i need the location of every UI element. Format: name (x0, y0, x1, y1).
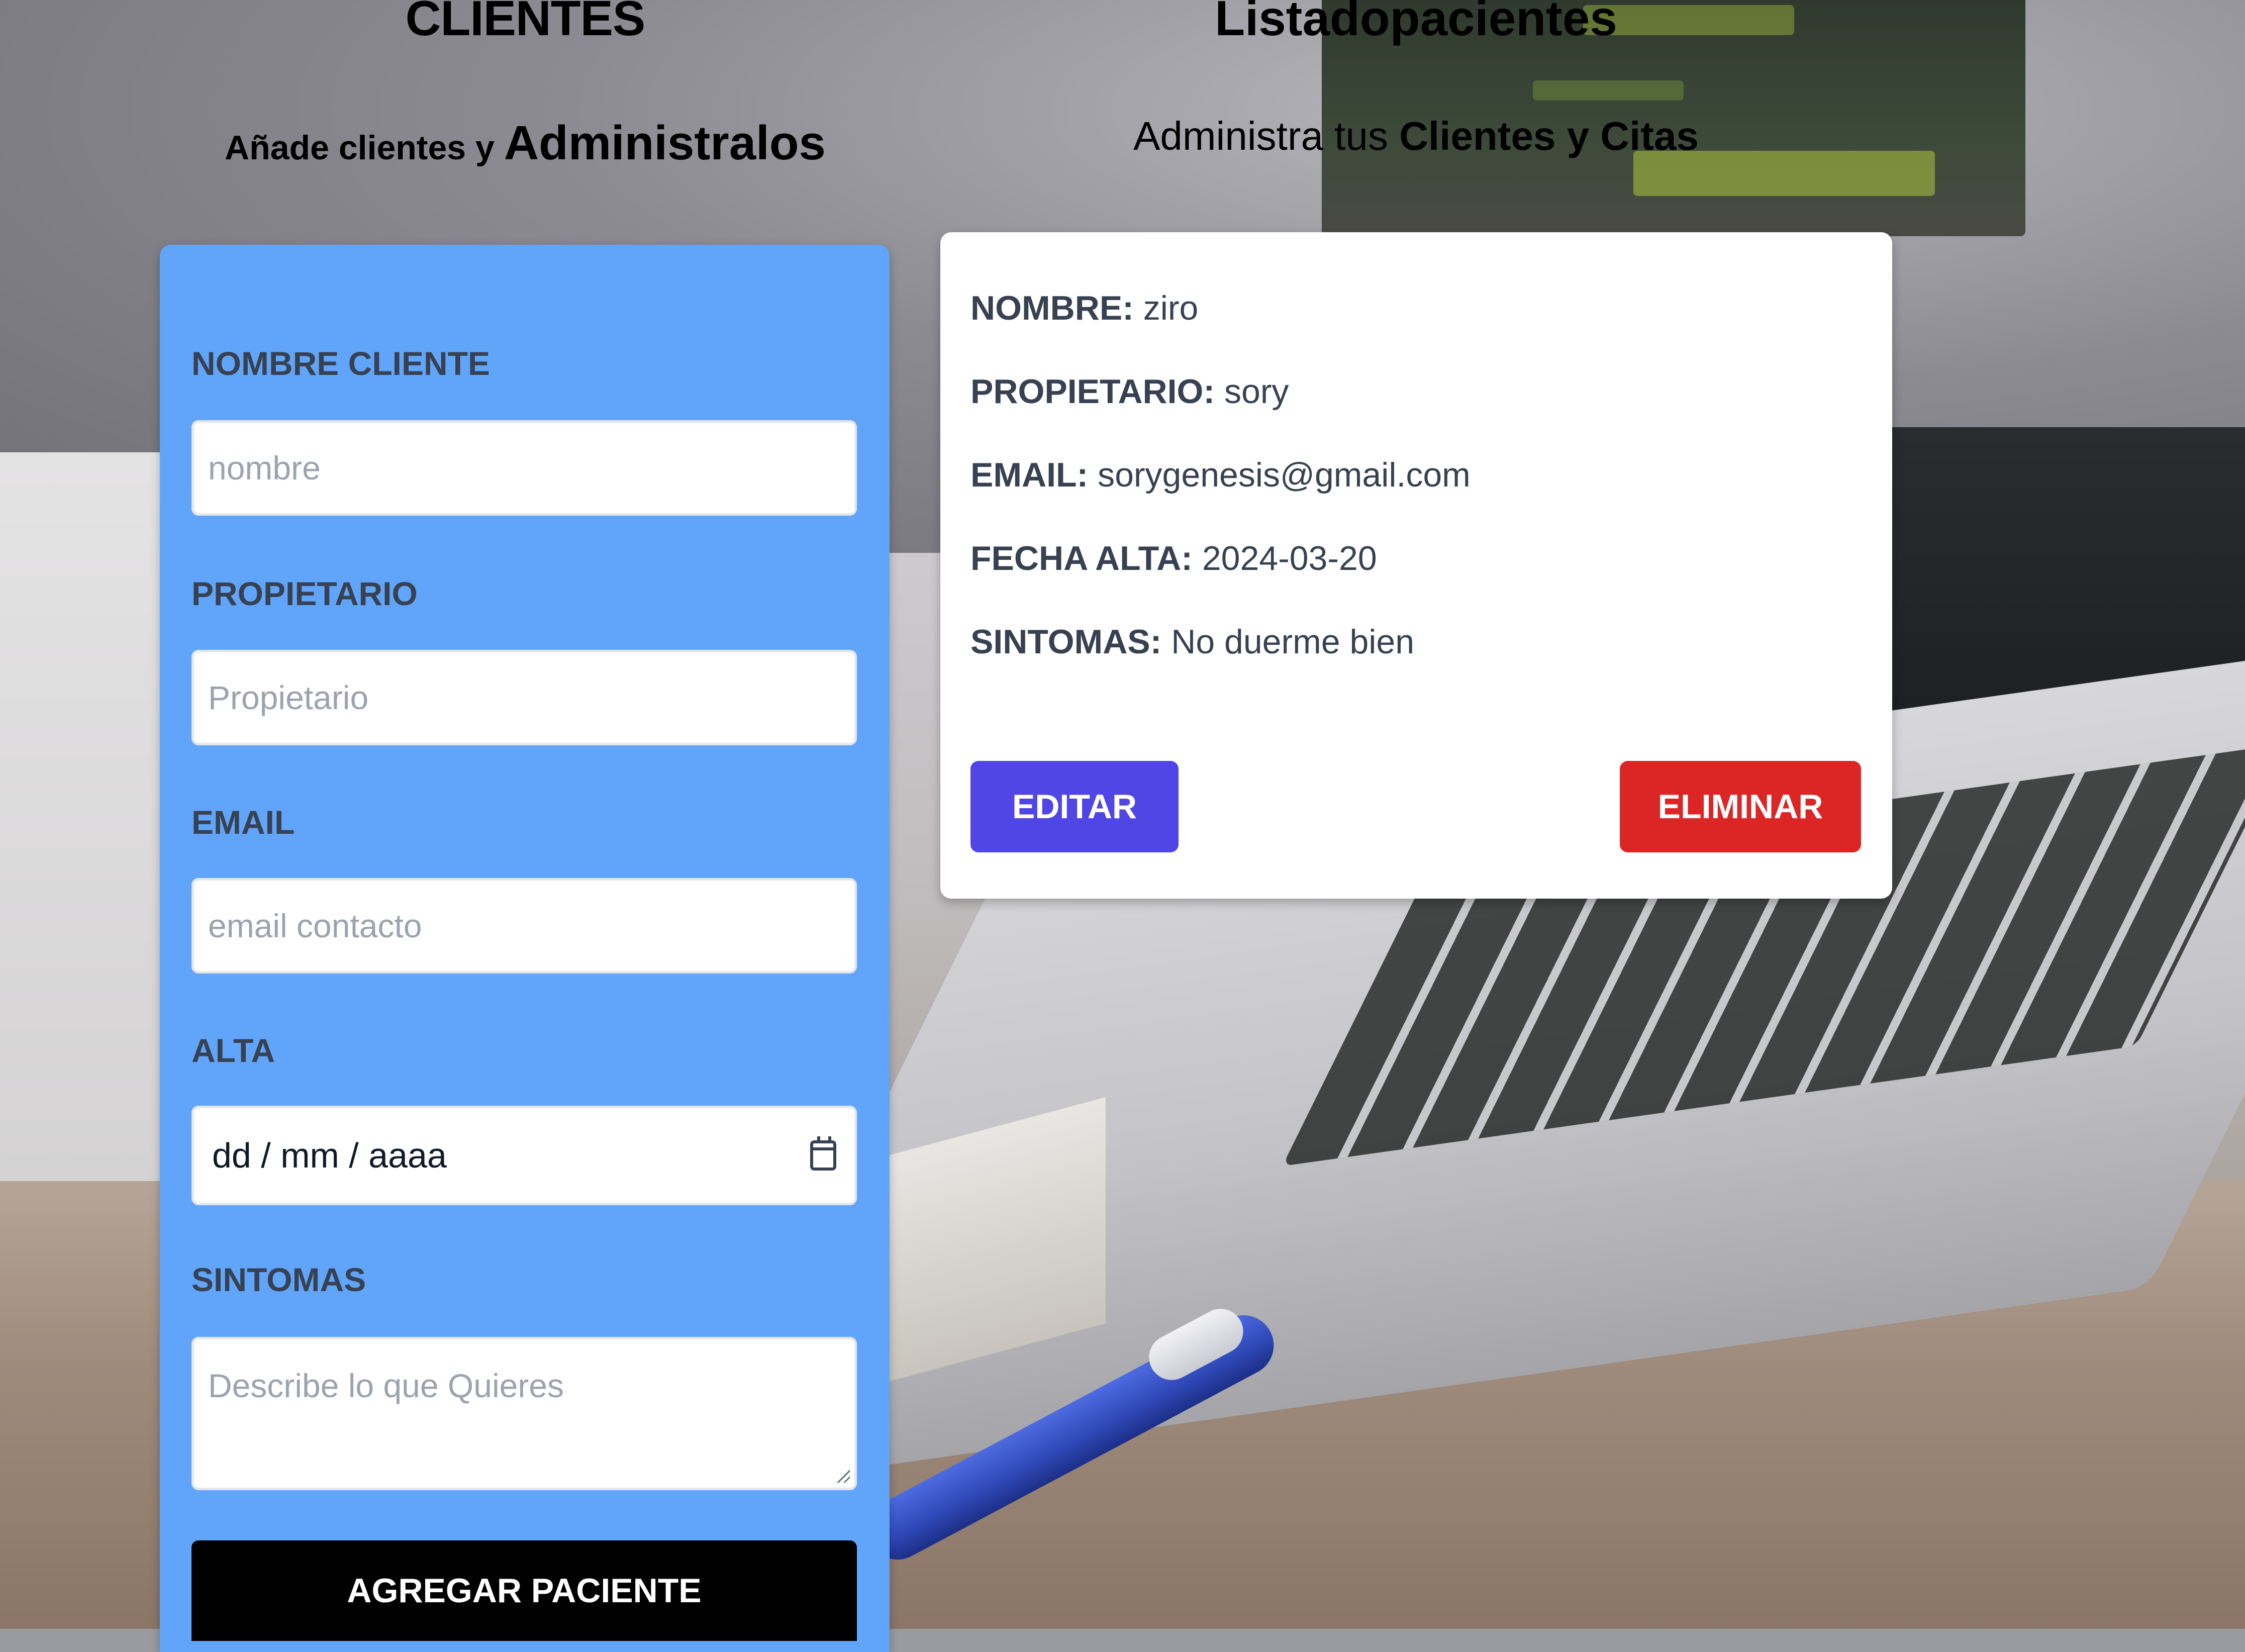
symptoms-label: SINTOMAS (191, 1261, 366, 1298)
date-label: ALTA (191, 1032, 275, 1069)
app-root: CLIENTES Añade clientes y Administralos … (0, 0, 2245, 1652)
form-subtitle-text: Añade clientes y (225, 129, 495, 167)
list-section-title: Listadopacientes (1215, 0, 1617, 46)
patient-form: NOMBRE CLIENTE PROPIETARIO EMAIL ALTA dd… (160, 245, 890, 1652)
delete-button[interactable]: ELIMINAR (1620, 761, 1861, 852)
patient-symptoms-row: SINTOMAS: No duerme bien (970, 622, 1414, 661)
patient-owner-value: sory (1224, 372, 1289, 411)
email-input[interactable] (191, 878, 857, 974)
patient-symptoms-key: SINTOMAS: (970, 623, 1162, 661)
patient-email-value: sorygenesis@gmail.com (1098, 456, 1471, 494)
date-input-text: dd / mm / aaaa (212, 1136, 447, 1175)
list-subtitle-accent: Clientes y Citas (1399, 114, 1699, 158)
add-patient-button[interactable]: AGREGAR PACIENTE (191, 1540, 857, 1641)
patient-owner-key: PROPIETARIO: (970, 372, 1215, 411)
client-name-label: NOMBRE CLIENTE (191, 345, 490, 382)
patient-date-value: 2024-03-20 (1202, 539, 1377, 577)
patient-name-value: ziro (1143, 289, 1199, 327)
list-section-subtitle: Administra tus Clientes y Citas (940, 113, 1892, 159)
owner-label: PROPIETARIO (191, 575, 418, 612)
patient-date-row: FECHA ALTA: 2024-03-20 (970, 539, 1377, 578)
date-input[interactable]: dd / mm / aaaa (191, 1106, 857, 1205)
form-subtitle-accent: Administralos (504, 116, 826, 170)
patient-name-row: NOMBRE: ziro (970, 288, 1198, 328)
patient-email-key: EMAIL: (970, 456, 1089, 494)
patient-date-key: FECHA ALTA: (970, 539, 1193, 577)
patient-name-key: NOMBRE: (970, 289, 1134, 327)
form-section-title: CLIENTES (405, 0, 646, 46)
patient-card: NOMBRE: ziro PROPIETARIO: sory EMAIL: so… (940, 232, 1892, 899)
form-section-subtitle: Añade clientes y Administralos (158, 116, 892, 171)
symptoms-textarea[interactable] (191, 1337, 857, 1490)
patient-email-row: EMAIL: sorygenesis@gmail.com (970, 455, 1471, 495)
list-subtitle-text: Administra tus (1133, 114, 1388, 158)
owner-input[interactable] (191, 650, 857, 745)
patient-symptoms-value: No duerme bien (1171, 623, 1415, 661)
edit-button[interactable]: EDITAR (970, 761, 1179, 852)
calendar-icon[interactable] (810, 1136, 836, 1171)
patient-owner-row: PROPIETARIO: sory (970, 372, 1289, 411)
client-name-input[interactable] (191, 420, 857, 516)
email-label: EMAIL (191, 804, 295, 841)
